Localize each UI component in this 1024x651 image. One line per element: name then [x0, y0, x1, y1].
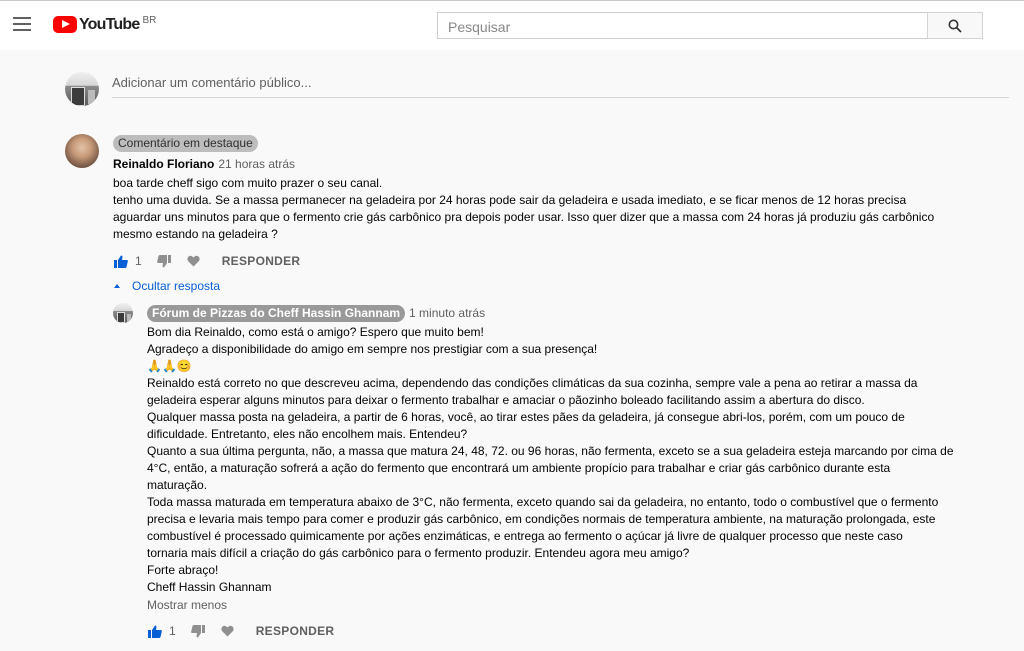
hamburger-menu-icon[interactable]: [13, 17, 31, 31]
reply-line: Forte abraço!: [147, 563, 219, 577]
comment-author[interactable]: Reinaldo Floriano: [113, 157, 214, 171]
like-button[interactable]: [147, 623, 163, 639]
like-count: 1: [169, 624, 176, 638]
reply-button[interactable]: RESPONDER: [222, 254, 301, 268]
comment-actions: 1 RESPONDER: [113, 251, 300, 271]
like-button[interactable]: [113, 253, 129, 269]
reply-line: Qualquer massa posta na geladeira, a par…: [147, 410, 905, 424]
like-count: 1: [135, 254, 142, 268]
search-icon: [948, 19, 962, 33]
reply-line: tornaria mais difícil a criação do gás c…: [147, 546, 690, 560]
reply-author[interactable]: Fórum de Pizzas do Cheff Hassin Ghannam: [147, 305, 406, 322]
reply-emoji-line: 🙏🙏😊: [147, 359, 192, 373]
pinned-comment-badge: Comentário em destaque: [113, 135, 258, 152]
add-comment-input[interactable]: Adicionar um comentário público...: [112, 73, 1009, 98]
commenter-avatar[interactable]: [65, 134, 99, 168]
thumbs-down-icon: [190, 624, 205, 637]
caret-up-icon: [114, 284, 120, 288]
comment-time[interactable]: 21 horas atrás: [218, 157, 295, 171]
reply-line: precisa e levaria mais tempo para comer …: [147, 512, 936, 526]
reply-time[interactable]: 1 minuto atrás: [409, 306, 485, 320]
comment-line: boa tarde cheff sigo com muito prazer o …: [113, 176, 383, 190]
heart-icon: [221, 625, 234, 637]
reply-line: combustível é processado quimicamente po…: [147, 529, 903, 543]
reply-button[interactable]: RESPONDER: [256, 624, 335, 638]
heart-icon: [187, 255, 200, 267]
reply-header: Fórum de Pizzas do Cheff Hassin Ghannam 1…: [147, 304, 485, 322]
reply-line: Cheff Hassin Ghannam: [147, 580, 272, 594]
reply-line: geladeira esperar alguns minutos para de…: [147, 393, 865, 407]
comment-line: aguardar uns minutos para que o fermento…: [113, 210, 935, 224]
search-button[interactable]: [927, 12, 983, 39]
dislike-button[interactable]: [156, 253, 172, 269]
reply-line: Bom dia Reinaldo, como está o amigo? Esp…: [147, 325, 484, 339]
comment-header: Reinaldo Floriano 21 horas atrás: [113, 155, 295, 173]
current-user-avatar: [65, 72, 99, 106]
reply-line: 4°C, então, a maturação sofrerá a ação d…: [147, 461, 891, 475]
reply-line: Reinaldo está correto no que descreveu a…: [147, 376, 918, 390]
reply-line: maturação.: [147, 478, 208, 492]
thumbs-down-icon: [156, 254, 171, 267]
reply-actions: 1 RESPONDER: [147, 621, 334, 641]
reply-line: dificuldade. Entretanto, eles não encolh…: [147, 427, 468, 441]
reply-line: Agradeço a disponibilidade do amigo em s…: [147, 342, 598, 356]
reply-line: Quanto a sua última pergunta, não, a mas…: [147, 444, 954, 458]
thumbs-up-icon: [148, 625, 162, 638]
comment-text: boa tarde cheff sigo com muito prazer o …: [113, 175, 1013, 243]
hide-replies-label: Ocultar resposta: [132, 279, 221, 293]
logo-region: BR: [142, 15, 157, 26]
reply-line: Toda massa maturada em temperatura abaix…: [147, 495, 939, 509]
masthead: YouTube BR Pesquisar: [0, 0, 1024, 50]
show-less-link[interactable]: Mostrar menos: [147, 598, 227, 612]
heart-button[interactable]: [186, 253, 202, 269]
pinned-badge-wrap: Comentário em destaque: [113, 134, 258, 152]
logo-text: YouTube: [79, 16, 140, 33]
dislike-button[interactable]: [190, 623, 206, 639]
comment-line: tenho uma duvida. Se a massa permanecer …: [113, 193, 907, 207]
reply-text: Bom dia Reinaldo, como está o amigo? Esp…: [147, 324, 1017, 596]
youtube-logo[interactable]: YouTube BR: [53, 15, 156, 35]
comment-line: mesmo estando na geladeira ?: [113, 227, 278, 241]
channel-avatar[interactable]: [113, 303, 133, 323]
thumbs-up-icon: [114, 255, 128, 268]
search-input[interactable]: Pesquisar: [437, 12, 928, 39]
hide-replies-toggle[interactable]: Ocultar resposta: [114, 279, 220, 293]
heart-button[interactable]: [220, 623, 236, 639]
youtube-play-icon: [53, 16, 77, 33]
